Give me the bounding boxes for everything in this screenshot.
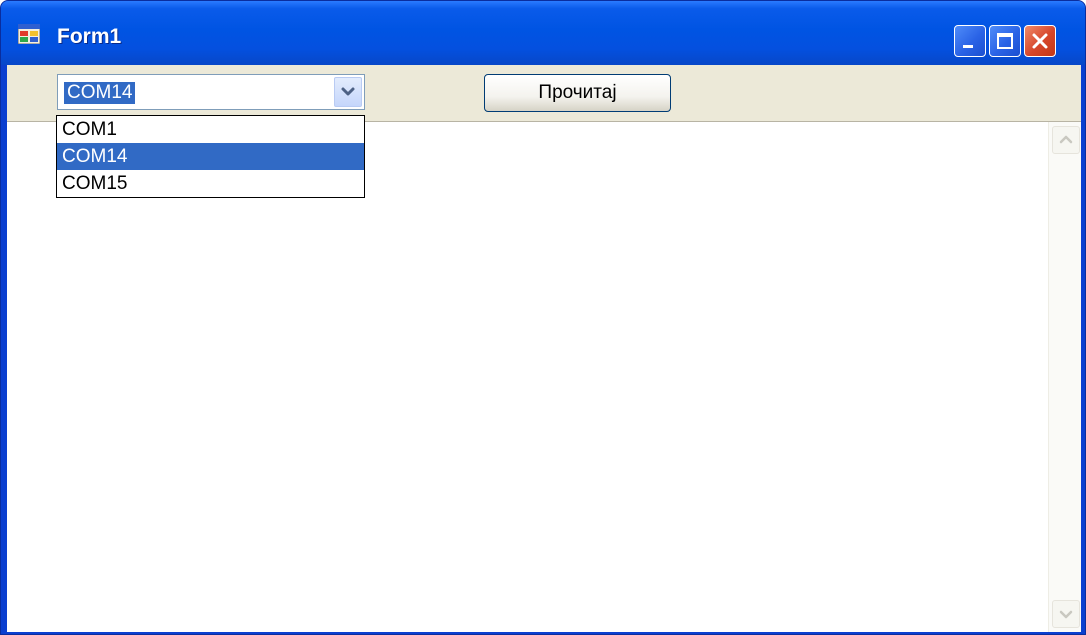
output-textbox[interactable] xyxy=(7,122,1047,632)
port-dropdown-list: COM1 COM14 COM15 xyxy=(56,115,365,198)
minimize-icon xyxy=(963,45,973,48)
title-bar[interactable]: Form1 xyxy=(1,1,1085,65)
close-icon xyxy=(1032,33,1048,49)
chevron-down-icon xyxy=(1059,610,1073,619)
chevron-down-icon xyxy=(341,87,355,96)
port-combobox[interactable]: COM14 xyxy=(57,74,365,110)
maximize-icon xyxy=(997,33,1013,49)
maximize-button[interactable] xyxy=(989,25,1021,57)
combobox-dropdown-button[interactable] xyxy=(334,77,362,107)
minimize-button[interactable] xyxy=(954,25,986,57)
port-combobox-value[interactable]: COM14 xyxy=(64,82,136,104)
read-button[interactable]: Прочитај xyxy=(484,74,671,112)
top-panel: COM14 Прочитај xyxy=(7,65,1081,122)
vertical-scrollbar[interactable] xyxy=(1048,122,1081,632)
app-window: Form1 COM14 Прочитај xyxy=(0,0,1086,635)
close-button[interactable] xyxy=(1024,25,1056,57)
port-option-com15[interactable]: COM15 xyxy=(57,170,364,197)
window-title: Form1 xyxy=(57,25,122,48)
scroll-up-button[interactable] xyxy=(1052,126,1080,154)
port-option-com1[interactable]: COM1 xyxy=(57,116,364,143)
chevron-up-icon xyxy=(1059,135,1073,144)
scroll-down-button[interactable] xyxy=(1052,600,1080,628)
form-app-icon xyxy=(18,24,40,44)
port-option-com14[interactable]: COM14 xyxy=(57,143,364,170)
